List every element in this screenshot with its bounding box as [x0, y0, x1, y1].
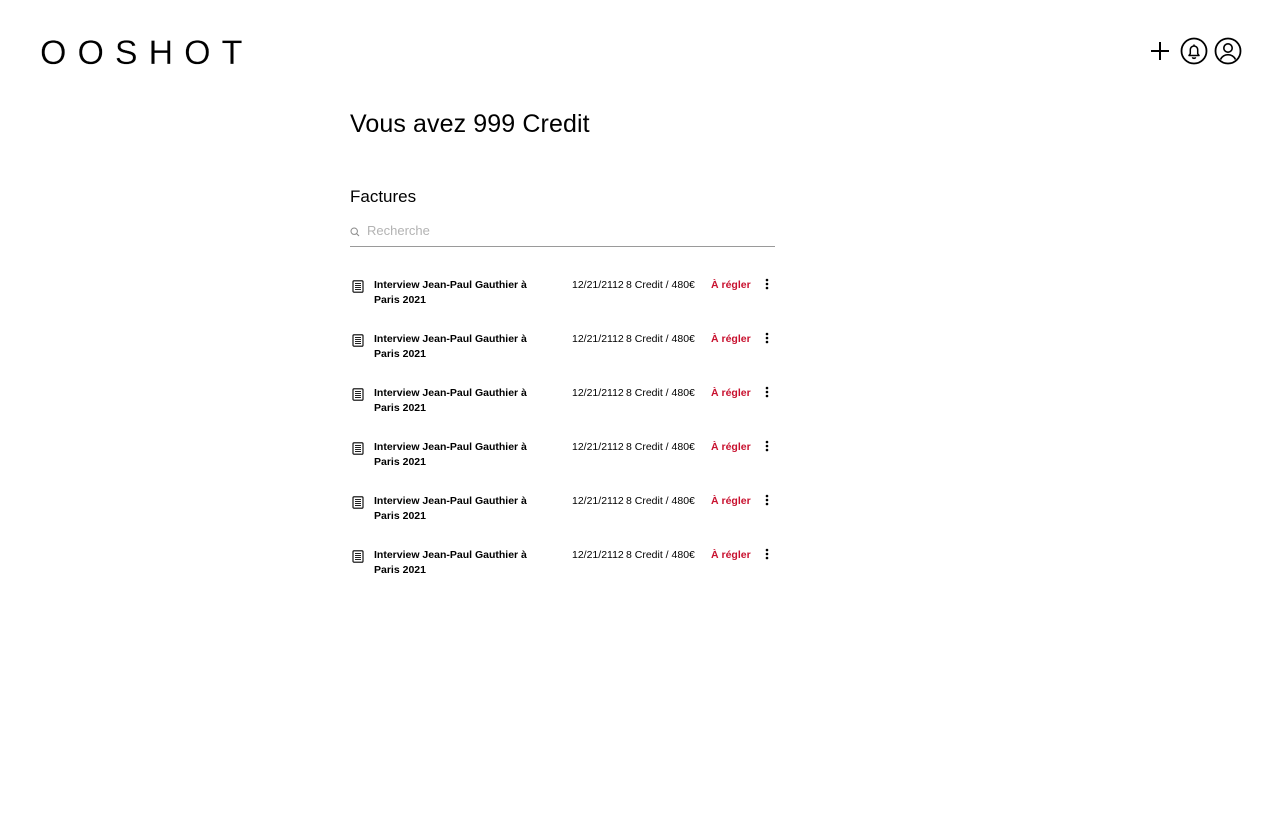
invoice-row[interactable]: Interview Jean-Paul Gauthier à Paris 202… — [350, 440, 775, 494]
more-options-button[interactable] — [762, 331, 772, 349]
invoice-amount: 8 Credit / 480€ — [626, 387, 695, 399]
invoice-date: 12/21/2112 — [572, 441, 624, 453]
invoice-status: À régler — [711, 549, 751, 561]
invoice-row[interactable]: Interview Jean-Paul Gauthier à Paris 202… — [350, 332, 775, 386]
invoice-status: À régler — [711, 279, 751, 291]
invoice-title: Interview Jean-Paul Gauthier à Paris 202… — [374, 333, 527, 360]
invoice-status: À régler — [711, 495, 751, 507]
search-icon — [350, 224, 360, 242]
more-vertical-icon — [765, 439, 769, 457]
invoice-status: À régler — [711, 387, 751, 399]
more-vertical-icon — [765, 385, 769, 403]
invoice-title: Interview Jean-Paul Gauthier à Paris 202… — [374, 495, 527, 522]
invoice-date: 12/21/2112 — [572, 495, 624, 507]
more-vertical-icon — [765, 493, 769, 511]
invoice-date: 12/21/2112 — [572, 387, 624, 399]
invoice-search — [350, 220, 775, 247]
invoice-date: 12/21/2112 — [572, 333, 624, 345]
notifications-button[interactable] — [1180, 37, 1208, 65]
more-options-button[interactable] — [762, 385, 772, 403]
header-actions — [1146, 37, 1242, 65]
invoice-row[interactable]: Interview Jean-Paul Gauthier à Paris 202… — [350, 494, 775, 548]
more-vertical-icon — [765, 547, 769, 565]
invoice-amount: 8 Credit / 480€ — [626, 549, 695, 561]
document-icon — [352, 496, 364, 514]
more-options-button[interactable] — [762, 439, 772, 457]
more-options-button[interactable] — [762, 547, 772, 565]
plus-icon — [1149, 40, 1171, 62]
more-vertical-icon — [765, 277, 769, 295]
account-button[interactable] — [1214, 37, 1242, 65]
document-icon — [352, 442, 364, 460]
invoice-row[interactable]: Interview Jean-Paul Gauthier à Paris 202… — [350, 386, 775, 440]
invoice-amount: 8 Credit / 480€ — [626, 279, 695, 291]
invoice-status: À régler — [711, 441, 751, 453]
main-content: Vous avez 999 Credit Factures Interview … — [350, 108, 775, 602]
invoice-row[interactable]: Interview Jean-Paul Gauthier à Paris 202… — [350, 278, 775, 332]
invoice-date: 12/21/2112 — [572, 279, 624, 291]
invoice-status: À régler — [711, 333, 751, 345]
invoice-list: Interview Jean-Paul Gauthier à Paris 202… — [350, 278, 775, 602]
invoices-title: Factures — [350, 187, 417, 206]
invoice-title: Interview Jean-Paul Gauthier à Paris 202… — [374, 441, 527, 468]
page: OOSHOT Vous avez 999 Credit Factures Rec… — [0, 0, 1280, 832]
invoice-date: 12/21/2112 — [572, 549, 624, 561]
invoice-amount: 8 Credit / 480€ — [626, 333, 695, 345]
invoice-title: Interview Jean-Paul Gauthier à Paris 202… — [374, 279, 527, 306]
more-vertical-icon — [765, 331, 769, 349]
document-icon — [352, 280, 364, 298]
bell-icon — [1180, 37, 1208, 65]
ooshot-logo[interactable]: OOSHOT — [40, 36, 253, 70]
document-icon — [352, 334, 364, 352]
user-icon — [1214, 37, 1242, 65]
invoice-title: Interview Jean-Paul Gauthier à Paris 202… — [374, 549, 527, 576]
invoice-amount: 8 Credit / 480€ — [626, 441, 695, 453]
invoice-row[interactable]: Interview Jean-Paul Gauthier à Paris 202… — [350, 548, 775, 602]
more-options-button[interactable] — [762, 277, 772, 295]
invoice-title: Interview Jean-Paul Gauthier à Paris 202… — [374, 387, 527, 414]
credit-balance-title: Vous avez 999 Credit — [350, 110, 590, 138]
document-icon — [352, 388, 364, 406]
more-options-button[interactable] — [762, 493, 772, 511]
invoice-amount: 8 Credit / 480€ — [626, 495, 695, 507]
add-button[interactable] — [1146, 37, 1174, 65]
document-icon — [352, 550, 364, 568]
search-input[interactable] — [367, 222, 747, 238]
